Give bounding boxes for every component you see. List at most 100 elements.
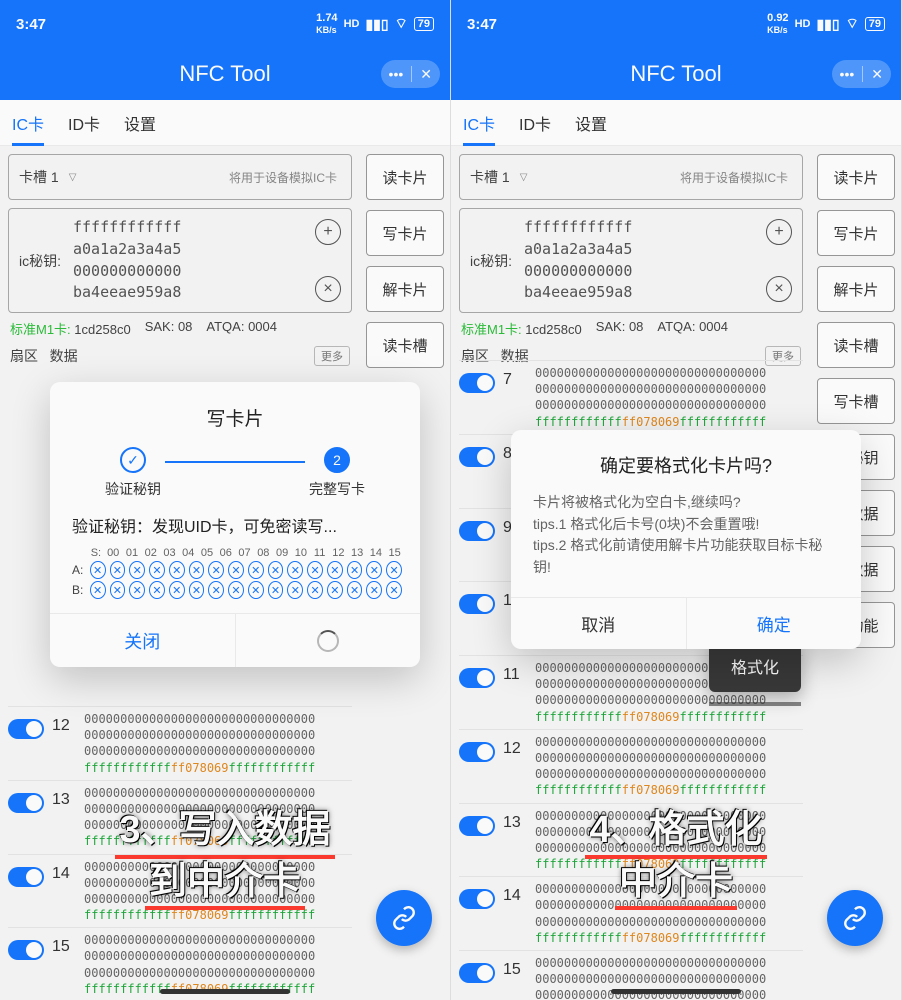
key-a-10: ✕ (287, 561, 303, 579)
fab-link-button[interactable] (827, 890, 883, 946)
sector-row: 1300000000000000000000000000000000000000… (8, 780, 352, 854)
read-card-button[interactable]: 读卡片 (366, 154, 444, 200)
multi-button[interactable]: 多功能 (817, 602, 895, 648)
sector-toggle[interactable] (459, 668, 495, 688)
sector-toggle[interactable] (459, 742, 495, 762)
sector-number: 7 (503, 365, 527, 389)
sector-toggle[interactable] (459, 521, 495, 541)
sector-hex: 0000000000000000000000000000000000000000… (535, 513, 766, 578)
sector-row: 1500000000000000000000000000000000000000… (459, 950, 803, 1000)
chevron-down-icon: ▽ (520, 172, 528, 183)
sector-hex: 0000000000000000000000000000000000000000… (535, 955, 766, 1000)
key-a-05: ✕ (189, 561, 205, 579)
status-bar: 3:47 0.92KB/s HD ▮▮▯ ⌔ 79 (451, 0, 901, 48)
sector-row: 1200000000000000000000000000000000000000… (8, 706, 352, 780)
more-button[interactable]: 更多 (314, 346, 350, 366)
step-1-check-icon: ✓ (120, 447, 146, 473)
sector-hex: 0000000000000000000000000000000000000000… (535, 734, 766, 799)
sector-row: 14 00000000000000000000000000000000000000… (459, 876, 803, 950)
write-slot-button[interactable]: 写卡槽 (817, 378, 895, 424)
write-card-button[interactable]: 写卡片 (817, 210, 895, 256)
sector-row: 14 00000000000000000000000000000000000000… (8, 854, 352, 928)
key-a-14: ✕ (366, 561, 382, 579)
clear-key-icon[interactable]: × (766, 276, 792, 302)
tab-id[interactable]: ID卡 (68, 101, 100, 145)
key-a-15: ✕ (386, 561, 402, 579)
sector-toggle[interactable] (459, 447, 495, 467)
sector-toggle[interactable] (8, 793, 44, 813)
sector-hex: 0000000000000000000000000000000000000000… (84, 859, 315, 924)
sector-hex: 0000000000000000000000000000000000000000… (535, 586, 766, 651)
sector-number: 9 (503, 513, 527, 537)
more-icon[interactable]: ••• (840, 66, 855, 82)
sector-hex: 0000000000000000000000000000000000000000… (535, 881, 766, 946)
read-slot-button[interactable]: 读卡槽 (366, 322, 444, 368)
sector-number: 8 (503, 439, 527, 463)
sector-toggle[interactable] (459, 889, 495, 909)
tab-bar: IC卡 ID卡 设置 (0, 100, 450, 146)
format-bubble[interactable]: 格式化 (709, 640, 801, 692)
fab-link-button[interactable] (376, 890, 432, 946)
key-a-03: ✕ (149, 561, 165, 579)
write-card-button[interactable]: 写卡片 (366, 210, 444, 256)
add-key-icon[interactable]: + (766, 219, 792, 245)
sector-list: 1200000000000000000000000000000000000000… (8, 706, 352, 1000)
crack-card-button[interactable]: 解卡片 (817, 266, 895, 312)
tab-ic[interactable]: IC卡 (463, 101, 495, 145)
tab-id[interactable]: ID卡 (519, 101, 551, 145)
close-icon[interactable]: ✕ (420, 66, 432, 83)
sector-row: 7 000000000000000000000000000000000000000… (459, 360, 803, 434)
sector-hex: 0000000000000000000000000000000000000000… (535, 439, 766, 504)
sector-toggle[interactable] (459, 963, 495, 983)
sector-toggle[interactable] (8, 940, 44, 960)
sector-toggle[interactable] (459, 816, 495, 836)
key-b-13: ✕ (347, 581, 363, 599)
tab-settings[interactable]: 设置 (124, 101, 156, 145)
add-key-icon[interactable]: + (315, 219, 341, 245)
dialog-message: 验证秘钥：发现UID卡，可免密读写... (50, 499, 420, 543)
sector-toggle[interactable] (459, 373, 495, 393)
tab-settings[interactable]: 设置 (575, 101, 607, 145)
chevron-down-icon: ▽ (69, 172, 77, 183)
more-icon[interactable]: ••• (389, 66, 404, 82)
link-icon (842, 905, 868, 931)
home-indicator (611, 989, 741, 994)
battery-icon: 79 (414, 17, 434, 31)
sector-number: 14 (503, 881, 527, 905)
step-connector (165, 461, 305, 463)
sector-row: 1000000000000000000000000000000000000000… (459, 581, 803, 655)
slot-select[interactable]: 卡槽 1 ▽ 将用于设备模拟IC卡 (459, 154, 803, 200)
header-actions[interactable]: ••• ✕ (832, 60, 891, 88)
wifi-icon: ⌔ (846, 15, 859, 33)
confirm-button[interactable]: 确定 (687, 598, 862, 649)
sector-toggle[interactable] (459, 594, 495, 614)
key-b-01: ✕ (110, 581, 126, 599)
dialog-close-button[interactable]: 关闭 (50, 614, 235, 667)
sector-toggle[interactable] (8, 719, 44, 739)
slot-select[interactable]: 卡槽 1 ▽ 将用于设备模拟IC卡 (8, 154, 352, 200)
key-a-04: ✕ (169, 561, 185, 579)
cancel-button[interactable]: 取消 (511, 598, 686, 649)
header-actions[interactable]: ••• ✕ (381, 60, 440, 88)
sector-row: 1100000000000000000000000000000000000000… (459, 655, 803, 729)
key-a-02: ✕ (129, 561, 145, 579)
more-button[interactable]: 更多 (765, 346, 801, 366)
sector-hex: 0000000000000000000000000000000000000000… (535, 365, 766, 430)
key-b-07: ✕ (228, 581, 244, 599)
format-confirm-dialog: 确定要格式化卡片吗? 卡片将被格式化为空白卡,继续吗? tips.1 格式化后卡… (511, 430, 861, 649)
card-info: 标准M1卡: 1cd258c0 SAK: 08 ATQA: 0004 (459, 313, 803, 344)
key-b-14: ✕ (366, 581, 382, 599)
export-button[interactable]: 出数据 (817, 546, 895, 592)
import-button[interactable]: 入数据 (817, 490, 895, 536)
clear-key-icon[interactable]: × (315, 276, 341, 302)
wait-key-button[interactable]: 等秘钥 (817, 434, 895, 480)
tab-ic[interactable]: IC卡 (12, 101, 44, 145)
key-b-12: ✕ (327, 581, 343, 599)
sector-number: 14 (52, 859, 76, 883)
sector-toggle[interactable] (8, 867, 44, 887)
close-icon[interactable]: ✕ (871, 66, 883, 83)
read-card-button[interactable]: 读卡片 (817, 154, 895, 200)
key-a-13: ✕ (347, 561, 363, 579)
read-slot-button[interactable]: 读卡槽 (817, 322, 895, 368)
crack-card-button[interactable]: 解卡片 (366, 266, 444, 312)
